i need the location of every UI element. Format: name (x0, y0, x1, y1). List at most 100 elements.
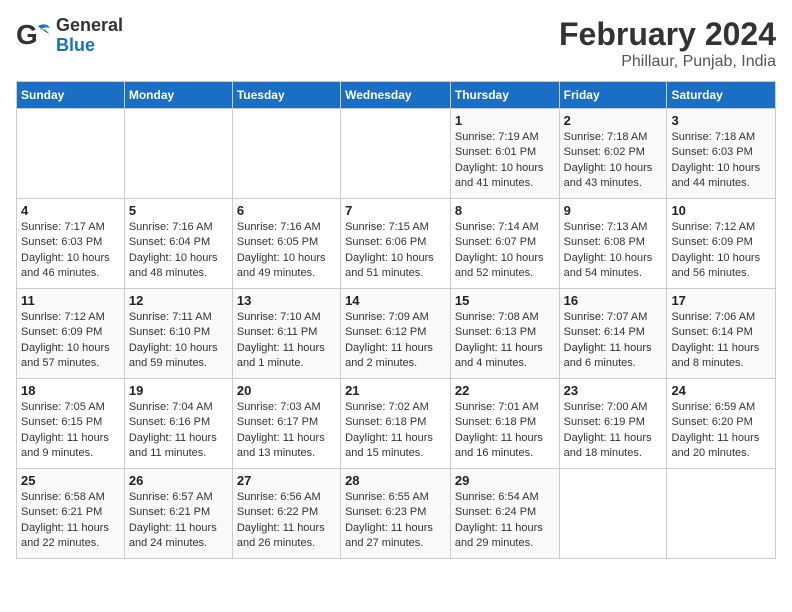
day-number: 7 (345, 203, 446, 218)
calendar-cell: 22Sunrise: 7:01 AM Sunset: 6:18 PM Dayli… (450, 379, 559, 469)
day-info: Sunrise: 7:13 AM Sunset: 6:08 PM Dayligh… (564, 220, 663, 282)
calendar-week-1: 1 Sunrise: 7:19 AM Sunset: 6:01 PM Daylig… (17, 109, 776, 199)
day-info: Sunrise: 7:12 AM Sunset: 6:09 PM Dayligh… (21, 310, 120, 372)
day-number: 13 (237, 293, 336, 308)
calendar-cell: 28 Sunrise: 6:55 AM Sunset: 6:23 PM Dayli… (341, 469, 451, 559)
day-info: Sunrise: 7:15 AM Sunset: 6:06 PM Dayligh… (345, 220, 446, 282)
calendar-cell: 5Sunrise: 7:16 AM Sunset: 6:04 PM Daylig… (124, 199, 232, 289)
logo-general: General (56, 16, 123, 36)
day-number: 24 (671, 383, 771, 398)
day-info: Sunrise: 6:59 AM Sunset: 6:20 PM Dayligh… (671, 400, 771, 462)
day-number: 1 (455, 113, 555, 128)
calendar-cell: 16 Sunrise: 7:07 AM Sunset: 6:14 PM Dayli… (559, 289, 667, 379)
day-info: Sunrise: 7:09 AM Sunset: 6:12 PM Dayligh… (345, 310, 446, 372)
calendar-cell: 4Sunrise: 7:17 AM Sunset: 6:03 PM Daylig… (17, 199, 125, 289)
header-monday: Monday (124, 82, 232, 109)
calendar-cell: 21Sunrise: 7:02 AM Sunset: 6:18 PM Dayli… (341, 379, 451, 469)
calendar-cell (341, 109, 451, 199)
day-number: 14 (345, 293, 446, 308)
calendar-cell: 8 Sunrise: 7:14 AM Sunset: 6:07 PM Daylig… (450, 199, 559, 289)
day-number: 26 (129, 473, 228, 488)
day-info: Sunrise: 7:06 AM Sunset: 6:14 PM Dayligh… (671, 310, 771, 372)
day-number: 17 (671, 293, 771, 308)
calendar-cell: 10 Sunrise: 7:12 AM Sunset: 6:09 PM Dayli… (667, 199, 776, 289)
day-number: 21 (345, 383, 446, 398)
day-info: Sunrise: 7:16 AM Sunset: 6:05 PM Dayligh… (237, 220, 336, 282)
calendar-cell: 26Sunrise: 6:57 AM Sunset: 6:21 PM Dayli… (124, 469, 232, 559)
calendar-week-3: 11Sunrise: 7:12 AM Sunset: 6:09 PM Dayli… (17, 289, 776, 379)
calendar-cell: 11Sunrise: 7:12 AM Sunset: 6:09 PM Dayli… (17, 289, 125, 379)
day-number: 5 (129, 203, 228, 218)
day-info: Sunrise: 6:55 AM Sunset: 6:23 PM Dayligh… (345, 490, 446, 552)
day-info: Sunrise: 7:19 AM Sunset: 6:01 PM Dayligh… (455, 130, 555, 192)
calendar-cell (667, 469, 776, 559)
day-number: 28 (345, 473, 446, 488)
calendar-cell: 25 Sunrise: 6:58 AM Sunset: 6:21 PM Dayli… (17, 469, 125, 559)
calendar-cell (559, 469, 667, 559)
logo: G General Blue (16, 16, 123, 56)
day-info: Sunrise: 7:08 AM Sunset: 6:13 PM Dayligh… (455, 310, 555, 372)
day-number: 15 (455, 293, 555, 308)
calendar-cell: 20 Sunrise: 7:03 AM Sunset: 6:17 PM Dayli… (232, 379, 340, 469)
header-thursday: Thursday (450, 82, 559, 109)
day-info: Sunrise: 7:03 AM Sunset: 6:17 PM Dayligh… (237, 400, 336, 462)
day-info: Sunrise: 7:18 AM Sunset: 6:02 PM Dayligh… (564, 130, 663, 192)
calendar-cell: 1 Sunrise: 7:19 AM Sunset: 6:01 PM Daylig… (450, 109, 559, 199)
day-number: 23 (564, 383, 663, 398)
day-info: Sunrise: 7:04 AM Sunset: 6:16 PM Dayligh… (129, 400, 228, 462)
day-number: 6 (237, 203, 336, 218)
day-number: 2 (564, 113, 663, 128)
calendar-cell: 18Sunrise: 7:05 AM Sunset: 6:15 PM Dayli… (17, 379, 125, 469)
day-number: 3 (671, 113, 771, 128)
day-info: Sunrise: 6:56 AM Sunset: 6:22 PM Dayligh… (237, 490, 336, 552)
calendar-week-4: 18Sunrise: 7:05 AM Sunset: 6:15 PM Dayli… (17, 379, 776, 469)
calendar-cell: 29 Sunrise: 6:54 AM Sunset: 6:24 PM Dayli… (450, 469, 559, 559)
day-info: Sunrise: 7:18 AM Sunset: 6:03 PM Dayligh… (671, 130, 771, 192)
calendar-header-row: SundayMondayTuesdayWednesdayThursdayFrid… (17, 82, 776, 109)
day-info: Sunrise: 6:54 AM Sunset: 6:24 PM Dayligh… (455, 490, 555, 552)
page-header: G General Blue February 2024 Phillaur, P… (16, 16, 776, 71)
header-sunday: Sunday (17, 82, 125, 109)
day-number: 29 (455, 473, 555, 488)
day-number: 8 (455, 203, 555, 218)
calendar-cell: 7 Sunrise: 7:15 AM Sunset: 6:06 PM Daylig… (341, 199, 451, 289)
calendar-week-5: 25 Sunrise: 6:58 AM Sunset: 6:21 PM Dayli… (17, 469, 776, 559)
day-number: 9 (564, 203, 663, 218)
header-wednesday: Wednesday (341, 82, 451, 109)
calendar-cell (17, 109, 125, 199)
calendar-cell: 19 Sunrise: 7:04 AM Sunset: 6:16 PM Dayli… (124, 379, 232, 469)
svg-text:G: G (16, 19, 38, 50)
day-number: 25 (21, 473, 120, 488)
day-number: 19 (129, 383, 228, 398)
day-number: 16 (564, 293, 663, 308)
day-info: Sunrise: 6:58 AM Sunset: 6:21 PM Dayligh… (21, 490, 120, 552)
day-info: Sunrise: 7:00 AM Sunset: 6:19 PM Dayligh… (564, 400, 663, 462)
day-number: 4 (21, 203, 120, 218)
calendar-cell (232, 109, 340, 199)
calendar-cell: 3 Sunrise: 7:18 AM Sunset: 6:03 PM Daylig… (667, 109, 776, 199)
calendar-cell: 14 Sunrise: 7:09 AM Sunset: 6:12 PM Dayli… (341, 289, 451, 379)
day-info: Sunrise: 7:14 AM Sunset: 6:07 PM Dayligh… (455, 220, 555, 282)
calendar-cell (124, 109, 232, 199)
logo-icon: G (16, 18, 52, 54)
calendar-cell: 17 Sunrise: 7:06 AM Sunset: 6:14 PM Dayli… (667, 289, 776, 379)
day-number: 18 (21, 383, 120, 398)
day-number: 20 (237, 383, 336, 398)
calendar-cell: 13Sunrise: 7:10 AM Sunset: 6:11 PM Dayli… (232, 289, 340, 379)
calendar-cell: 27Sunrise: 6:56 AM Sunset: 6:22 PM Dayli… (232, 469, 340, 559)
calendar-cell: 2 Sunrise: 7:18 AM Sunset: 6:02 PM Daylig… (559, 109, 667, 199)
calendar-week-2: 4Sunrise: 7:17 AM Sunset: 6:03 PM Daylig… (17, 199, 776, 289)
calendar-cell: 24 Sunrise: 6:59 AM Sunset: 6:20 PM Dayli… (667, 379, 776, 469)
header-saturday: Saturday (667, 82, 776, 109)
day-number: 10 (671, 203, 771, 218)
logo-blue: Blue (56, 36, 123, 56)
calendar-title: February 2024 (559, 16, 776, 53)
day-number: 12 (129, 293, 228, 308)
calendar-cell: 23 Sunrise: 7:00 AM Sunset: 6:19 PM Dayli… (559, 379, 667, 469)
day-info: Sunrise: 7:01 AM Sunset: 6:18 PM Dayligh… (455, 400, 555, 462)
day-info: Sunrise: 7:12 AM Sunset: 6:09 PM Dayligh… (671, 220, 771, 282)
day-info: Sunrise: 7:07 AM Sunset: 6:14 PM Dayligh… (564, 310, 663, 372)
calendar-table: SundayMondayTuesdayWednesdayThursdayFrid… (16, 81, 776, 559)
calendar-cell: 12Sunrise: 7:11 AM Sunset: 6:10 PM Dayli… (124, 289, 232, 379)
header-friday: Friday (559, 82, 667, 109)
